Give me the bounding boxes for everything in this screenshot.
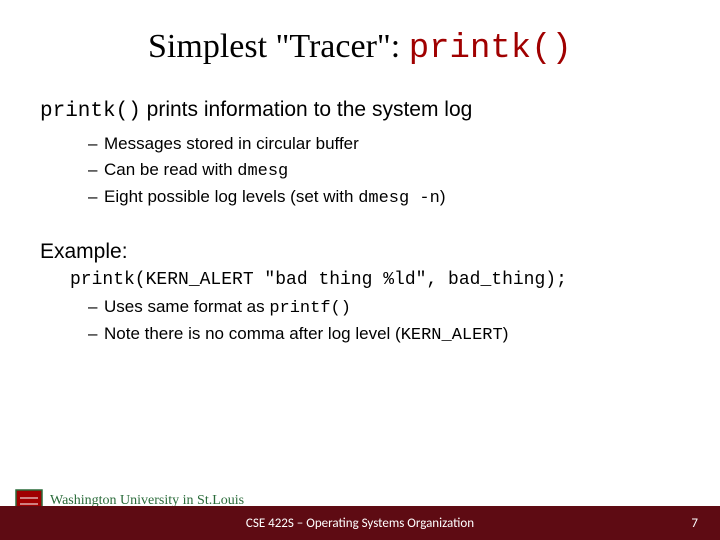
list-item: Can be read with dmesg	[88, 157, 680, 185]
list-item: Messages stored in circular buffer	[88, 131, 680, 157]
intro-code: printk()	[40, 100, 141, 123]
example-label: Example:	[40, 240, 680, 264]
slide-body: Simplest "Tracer": printk() printk() pri…	[0, 0, 720, 349]
title-code: printk()	[409, 30, 572, 68]
list-item: Uses same format as printf()	[88, 294, 680, 322]
bullet-list-2: Uses same format as printf()Note there i…	[88, 294, 680, 349]
page-number: 7	[691, 516, 698, 531]
footer-bar: CSE 422S – Operating Systems Organizatio…	[0, 506, 720, 540]
list-item: Eight possible log levels (set with dmes…	[88, 184, 680, 212]
footer-course: CSE 422S – Operating Systems Organizatio…	[246, 516, 474, 531]
bullet-list-1: Messages stored in circular bufferCan be…	[88, 131, 680, 212]
intro-rest: prints information to the system log	[141, 98, 472, 121]
title-prefix: Simplest "Tracer":	[148, 28, 409, 65]
list-item: Note there is no comma after log level (…	[88, 321, 680, 349]
intro-line: printk() prints information to the syste…	[40, 98, 680, 123]
slide-title: Simplest "Tracer": printk()	[40, 28, 680, 68]
example-code: printk(KERN_ALERT "bad thing %ld", bad_t…	[70, 270, 680, 290]
